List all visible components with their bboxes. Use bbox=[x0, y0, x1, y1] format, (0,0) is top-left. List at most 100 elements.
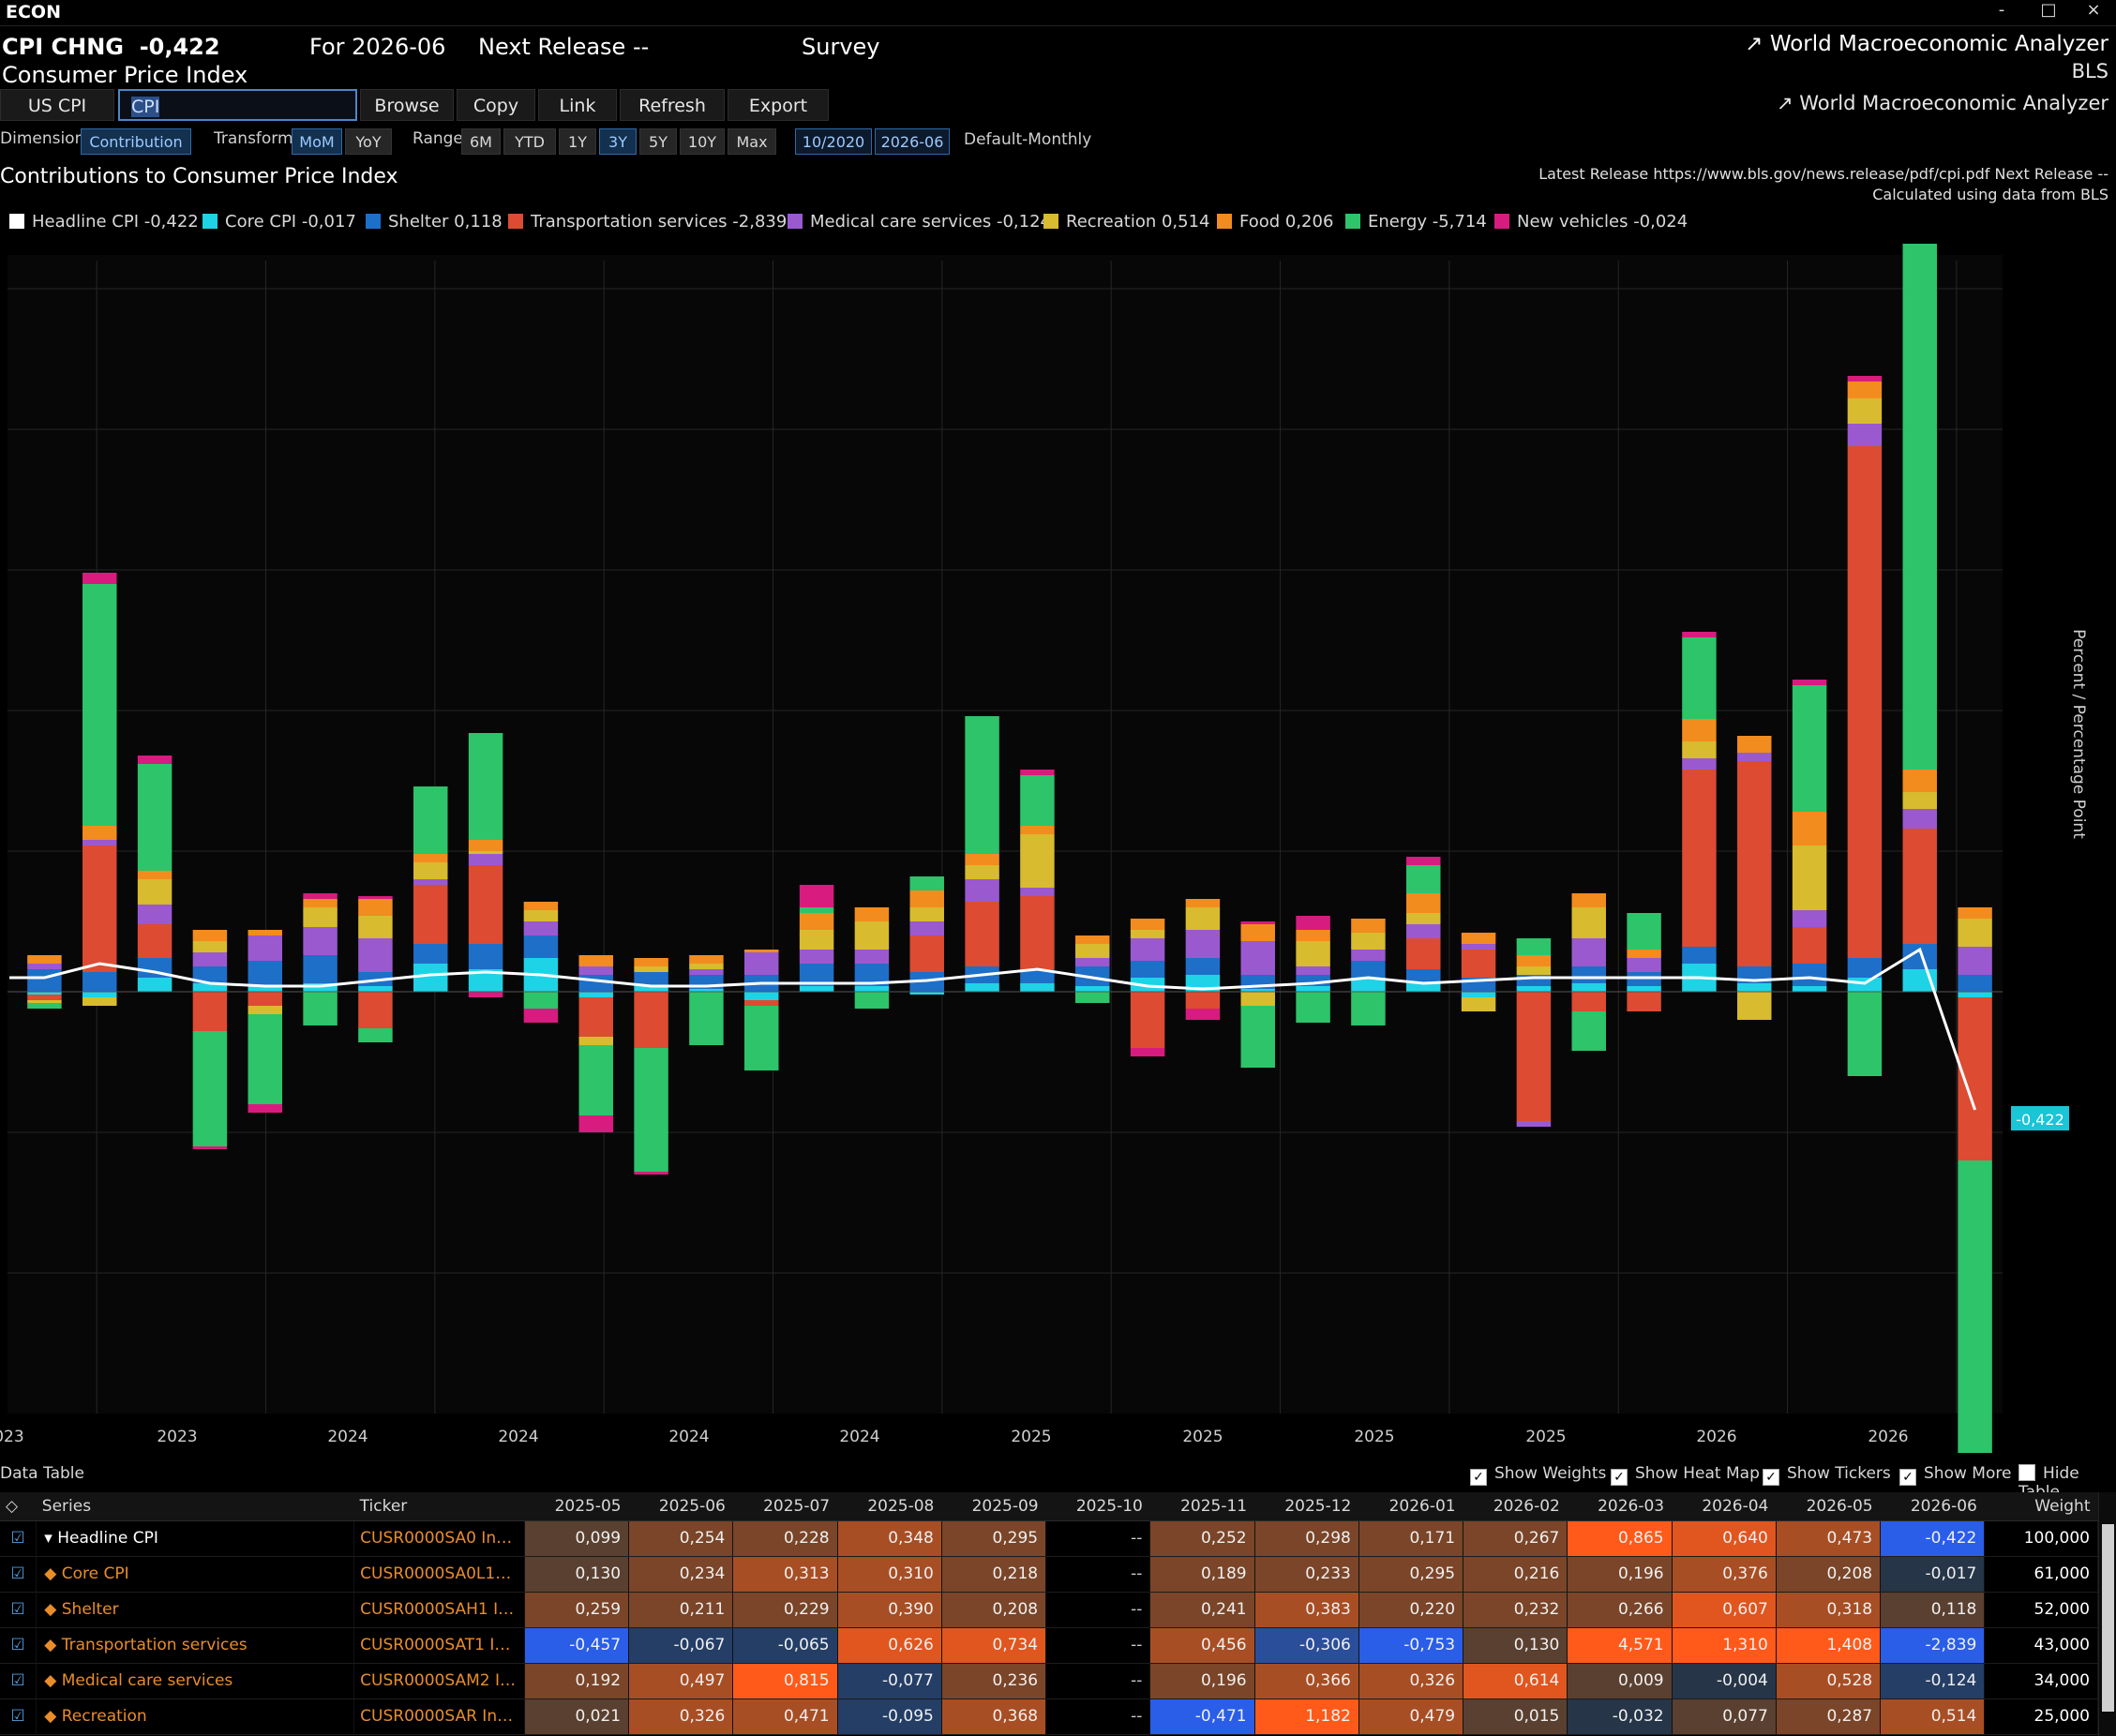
range-5y[interactable]: 5Y bbox=[639, 128, 677, 155]
value-cell[interactable]: 0,259 bbox=[524, 1592, 630, 1628]
table-row[interactable]: ☑ ▾ Headline CPI CUSR0000SA0 Index 0,099 0,2… bbox=[0, 1520, 2098, 1557]
export-button[interactable]: Export bbox=[728, 89, 829, 121]
value-cell[interactable]: -- bbox=[1045, 1556, 1151, 1593]
world-macro-link-secondary[interactable]: ↗ World Macroeconomic Analyzer bbox=[1777, 92, 2108, 114]
minimize-button[interactable]: - bbox=[1988, 0, 2016, 20]
table-row[interactable]: ☑ ◆ Shelter CUSR0000SAH1 In... 0,259 0,211 0,… bbox=[0, 1592, 2098, 1628]
value-cell[interactable]: 0,295 bbox=[1358, 1556, 1464, 1593]
header-period[interactable]: 2026-01 bbox=[1358, 1492, 1463, 1521]
value-cell[interactable]: 0,456 bbox=[1149, 1627, 1255, 1664]
value-cell[interactable]: 0,021 bbox=[524, 1699, 630, 1735]
end-date-field[interactable]: 2026-06 bbox=[875, 128, 950, 155]
row-checkbox-icon[interactable]: ☑ bbox=[0, 1663, 38, 1699]
value-cell[interactable]: 0,865 bbox=[1567, 1520, 1673, 1557]
value-cell[interactable]: -0,017 bbox=[1880, 1556, 1986, 1593]
range-1y[interactable]: 1Y bbox=[559, 128, 596, 155]
value-cell[interactable]: 0,228 bbox=[732, 1520, 838, 1557]
series-name[interactable]: ◆ Transportation services bbox=[36, 1627, 355, 1664]
value-cell[interactable]: -- bbox=[1045, 1699, 1151, 1735]
copy-button[interactable]: Copy bbox=[457, 89, 535, 121]
series-name[interactable]: ◆ Core CPI bbox=[36, 1556, 355, 1593]
value-cell[interactable]: 0,236 bbox=[941, 1663, 1047, 1699]
legend-item-headline[interactable]: Headline CPI -0,422 bbox=[9, 210, 199, 234]
series-ticker[interactable]: CUSR0000SAT1 Index bbox=[353, 1627, 525, 1664]
show-weights-checkbox[interactable]: ✓ bbox=[1470, 1469, 1487, 1486]
world-macro-link[interactable]: ↗ World Macroeconomic Analyzer bbox=[1745, 32, 2108, 56]
value-cell[interactable]: -0,457 bbox=[524, 1627, 630, 1664]
value-cell[interactable]: -0,077 bbox=[837, 1663, 942, 1699]
value-cell[interactable]: 0,130 bbox=[524, 1556, 630, 1593]
value-cell[interactable]: -2,839 bbox=[1880, 1627, 1986, 1664]
value-cell[interactable]: -- bbox=[1045, 1663, 1151, 1699]
value-cell[interactable]: -0,422 bbox=[1880, 1520, 1986, 1557]
value-cell[interactable]: -0,124 bbox=[1880, 1663, 1986, 1699]
header-period[interactable]: 2025-06 bbox=[628, 1492, 733, 1521]
range-10y[interactable]: 10Y bbox=[680, 128, 725, 155]
value-cell[interactable]: 0,473 bbox=[1776, 1520, 1882, 1557]
range-ytd[interactable]: YTD bbox=[503, 128, 556, 155]
row-checkbox-icon[interactable]: ☑ bbox=[0, 1520, 38, 1557]
value-cell[interactable]: 1,182 bbox=[1254, 1699, 1359, 1735]
link-button[interactable]: Link bbox=[538, 89, 617, 121]
legend-item-shelter[interactable]: Shelter 0,118 bbox=[366, 210, 503, 234]
scrollbar-thumb[interactable] bbox=[2102, 1524, 2114, 1712]
series-ticker[interactable]: CUSR0000SAM2 In... bbox=[353, 1663, 525, 1699]
legend-item-new-vehicles[interactable]: New vehicles -0,024 bbox=[1494, 210, 1688, 234]
series-ticker[interactable]: CUSR0000SA0 Index bbox=[353, 1520, 525, 1557]
value-cell[interactable]: -0,032 bbox=[1567, 1699, 1673, 1735]
value-cell[interactable]: 0,287 bbox=[1776, 1699, 1882, 1735]
value-cell[interactable]: 0,295 bbox=[941, 1520, 1047, 1557]
value-cell[interactable]: 0,229 bbox=[732, 1592, 838, 1628]
option-show-heat-map[interactable]: ✓ Show Heat Map bbox=[1611, 1464, 1760, 1486]
value-cell[interactable]: 0,514 bbox=[1880, 1699, 1986, 1735]
legend-item-transportation[interactable]: Transportation services -2,839 bbox=[508, 210, 787, 234]
table-scrollbar[interactable] bbox=[2098, 1492, 2116, 1736]
value-cell[interactable]: -0,095 bbox=[837, 1699, 942, 1735]
value-cell[interactable]: 0,208 bbox=[1776, 1556, 1882, 1593]
value-cell[interactable]: 0,368 bbox=[941, 1699, 1047, 1735]
contribution-chart[interactable]: -0,422 Percent / Percentage Point 2023 2023… bbox=[0, 244, 2116, 1453]
value-cell[interactable]: -0,753 bbox=[1358, 1627, 1464, 1664]
us-cpi-button[interactable]: US CPI bbox=[0, 89, 114, 121]
header-period[interactable]: 2026-03 bbox=[1567, 1492, 1673, 1521]
header-period[interactable]: 2026-02 bbox=[1463, 1492, 1568, 1521]
value-cell[interactable]: -0,471 bbox=[1149, 1699, 1255, 1735]
value-cell[interactable]: 0,233 bbox=[1254, 1556, 1359, 1593]
value-cell[interactable]: 0,118 bbox=[1880, 1592, 1986, 1628]
table-row[interactable]: ☑ ◆ Transportation services CUSR0000SAT1 I… bbox=[0, 1627, 2098, 1664]
dimension-select[interactable]: Contribution bbox=[81, 128, 191, 155]
header-period[interactable]: 2025-09 bbox=[941, 1492, 1046, 1521]
value-cell[interactable]: 0,383 bbox=[1254, 1592, 1359, 1628]
value-cell[interactable]: 0,614 bbox=[1463, 1663, 1568, 1699]
value-cell[interactable]: 0,607 bbox=[1672, 1592, 1777, 1628]
value-cell[interactable]: -0,306 bbox=[1254, 1627, 1359, 1664]
value-cell[interactable]: 0,015 bbox=[1463, 1699, 1568, 1735]
series-name[interactable]: ◆ Medical care services bbox=[36, 1663, 355, 1699]
value-cell[interactable]: 0,326 bbox=[1358, 1663, 1464, 1699]
value-cell[interactable]: 0,220 bbox=[1358, 1592, 1464, 1628]
value-cell[interactable]: 0,130 bbox=[1463, 1627, 1568, 1664]
value-cell[interactable]: 0,211 bbox=[628, 1592, 734, 1628]
value-cell[interactable]: 0,313 bbox=[732, 1556, 838, 1593]
value-cell[interactable]: -- bbox=[1045, 1627, 1151, 1664]
series-ticker[interactable]: CUSR0000SA0L1E I... bbox=[353, 1556, 525, 1593]
header-series[interactable]: Series bbox=[36, 1492, 354, 1521]
value-cell[interactable]: 0,234 bbox=[628, 1556, 734, 1593]
refresh-button[interactable]: Refresh bbox=[620, 89, 725, 121]
frequency-select[interactable]: Default-Monthly bbox=[964, 130, 1091, 149]
range-max[interactable]: Max bbox=[728, 128, 776, 155]
header-period[interactable]: 2025-07 bbox=[732, 1492, 838, 1521]
row-checkbox-icon[interactable]: ☑ bbox=[0, 1699, 38, 1735]
series-ticker[interactable]: CUSR0000SAH1 In... bbox=[353, 1592, 525, 1628]
legend-item-energy[interactable]: Energy -5,714 bbox=[1345, 210, 1487, 234]
value-cell[interactable]: 1,408 bbox=[1776, 1627, 1882, 1664]
range-6m[interactable]: 6M bbox=[461, 128, 501, 155]
series-name[interactable]: ◆ Recreation bbox=[36, 1699, 355, 1735]
value-cell[interactable]: 0,390 bbox=[837, 1592, 942, 1628]
table-row[interactable]: ☑ ◆ Core CPI CUSR0000SA0L1E I... 0,130 0,234… bbox=[0, 1556, 2098, 1593]
value-cell[interactable]: 0,192 bbox=[524, 1663, 630, 1699]
header-period[interactable]: 2025-12 bbox=[1254, 1492, 1359, 1521]
value-cell[interactable]: 0,267 bbox=[1463, 1520, 1568, 1557]
value-cell[interactable]: 0,266 bbox=[1567, 1592, 1673, 1628]
header-period[interactable]: 2026-06 bbox=[1880, 1492, 1985, 1521]
